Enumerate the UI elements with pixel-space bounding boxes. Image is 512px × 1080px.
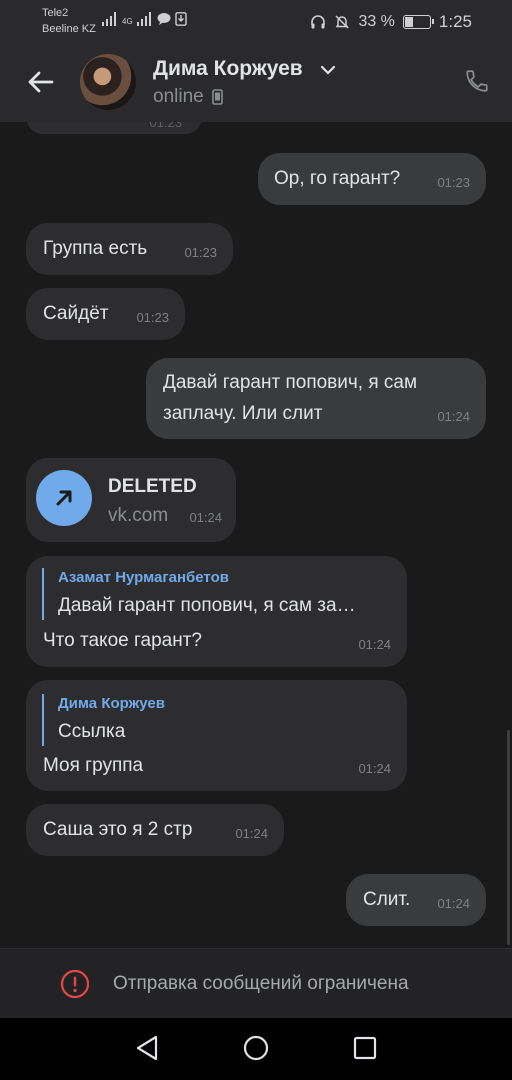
message-time: 01:24 [437,896,470,911]
message-time: 01:24 [358,761,391,776]
presence-row: online [153,86,223,108]
message-text: Ор, го гарант? [274,168,401,189]
quote-text: Давай гарант попович, я сам за… [58,595,356,616]
carrier-label-secondary: Beeline KZ [42,23,96,35]
status-bar: Tele2 Beeline KZ 4G 33 % 1:25 [0,0,512,44]
message-time: 01:24 [189,510,222,525]
contact-name[interactable]: Дима Коржуев [153,57,303,81]
avatar[interactable] [80,54,136,110]
battery-level-fill [404,17,414,27]
message-time: 01:24 [437,409,470,424]
message-text: Саша это я 2 стр [43,819,193,840]
chevron-down-icon[interactable] [320,64,336,76]
phone-call-icon[interactable] [464,68,490,94]
link-arrow-icon [36,470,92,526]
message-time: 01:24 [235,826,268,841]
nav-home-icon[interactable] [242,1034,270,1062]
quote-text: Ссылка [58,721,126,742]
muted-bell-icon [335,15,349,29]
quoted-message[interactable]: Дима Коржуев Ссылка [42,694,165,746]
message-time: 01:23 [184,245,217,260]
message-time: 01:23 [149,122,182,130]
link-title: DELETED [108,476,197,497]
message-text: Что такое гарант? [43,630,202,651]
message-bubble-outgoing[interactable]: Слит. 01:24 [346,874,486,926]
message-bubble-incoming[interactable]: Группа есть 01:23 [26,223,233,275]
message-notification-icon [157,13,171,25]
restriction-notice: Отправка сообщений ограничена [0,948,512,1018]
chat-header: Дима Коржуев online [0,44,512,122]
message-text: Слит. [363,889,411,910]
download-notification-icon [174,12,187,26]
link-preview-bubble[interactable]: DELETED vk.com 01:24 [26,458,236,542]
message-time: 01:23 [437,175,470,190]
message-time: 01:24 [358,637,391,652]
message-text: Сайдёт [43,303,109,324]
message-bubble-incoming[interactable]: Сайдёт 01:23 [26,288,185,340]
mobile-device-icon [211,89,223,105]
quote-author: Азамат Нурмаганбетов [58,569,229,586]
message-text: Группа есть [43,238,148,259]
warning-circle-icon [60,969,90,999]
signal-strength-2-icon [136,12,151,26]
message-bubble-incoming[interactable]: Саша это я 2 стр 01:24 [26,804,284,856]
clock: 1:25 [438,12,472,31]
battery-percent: 33 % [358,13,395,30]
nav-back-icon[interactable] [134,1034,160,1062]
scrollbar[interactable] [507,730,510,945]
carrier-label-primary: Tele2 [42,7,69,19]
system-nav-bar [0,1018,512,1080]
message-text-line-1: Давай гарант попович, я сам [163,372,418,393]
quote-author: Дима Коржуев [58,695,165,712]
presence-status: online [153,86,204,107]
message-bubble-partial[interactable]: 01:23 [26,122,202,134]
restriction-text: Отправка сообщений ограничена [113,973,409,994]
message-bubble-outgoing[interactable]: Ор, го гарант? 01:23 [258,153,486,205]
back-arrow-icon[interactable] [24,66,56,98]
message-text-line-2: заплачу. Или слит [163,403,323,424]
signal-strength-icon [102,12,116,26]
status-right-cluster: 33 % 1:25 [310,12,472,32]
message-text: Моя группа [43,755,144,776]
quoted-message[interactable]: Азамат Нурмаганбетов Давай гарант попови… [42,568,356,620]
nav-recents-icon[interactable] [352,1034,378,1062]
network-type-label: 4G [122,17,133,26]
message-list[interactable]: 01:23 Ор, го гарант? 01:23 Группа есть 0… [0,122,512,948]
signal-icons: 4G [102,12,187,26]
link-domain: vk.com [108,505,169,526]
battery-icon [402,15,434,29]
headphones-icon [311,15,326,29]
message-time: 01:23 [136,310,169,325]
reply-message-bubble[interactable]: Дима Коржуев Ссылка Моя группа 01:24 [26,680,407,791]
message-bubble-outgoing[interactable]: Давай гарант попович, я сам заплачу. Или… [146,358,486,439]
reply-message-bubble[interactable]: Азамат Нурмаганбетов Давай гарант попови… [26,556,407,667]
